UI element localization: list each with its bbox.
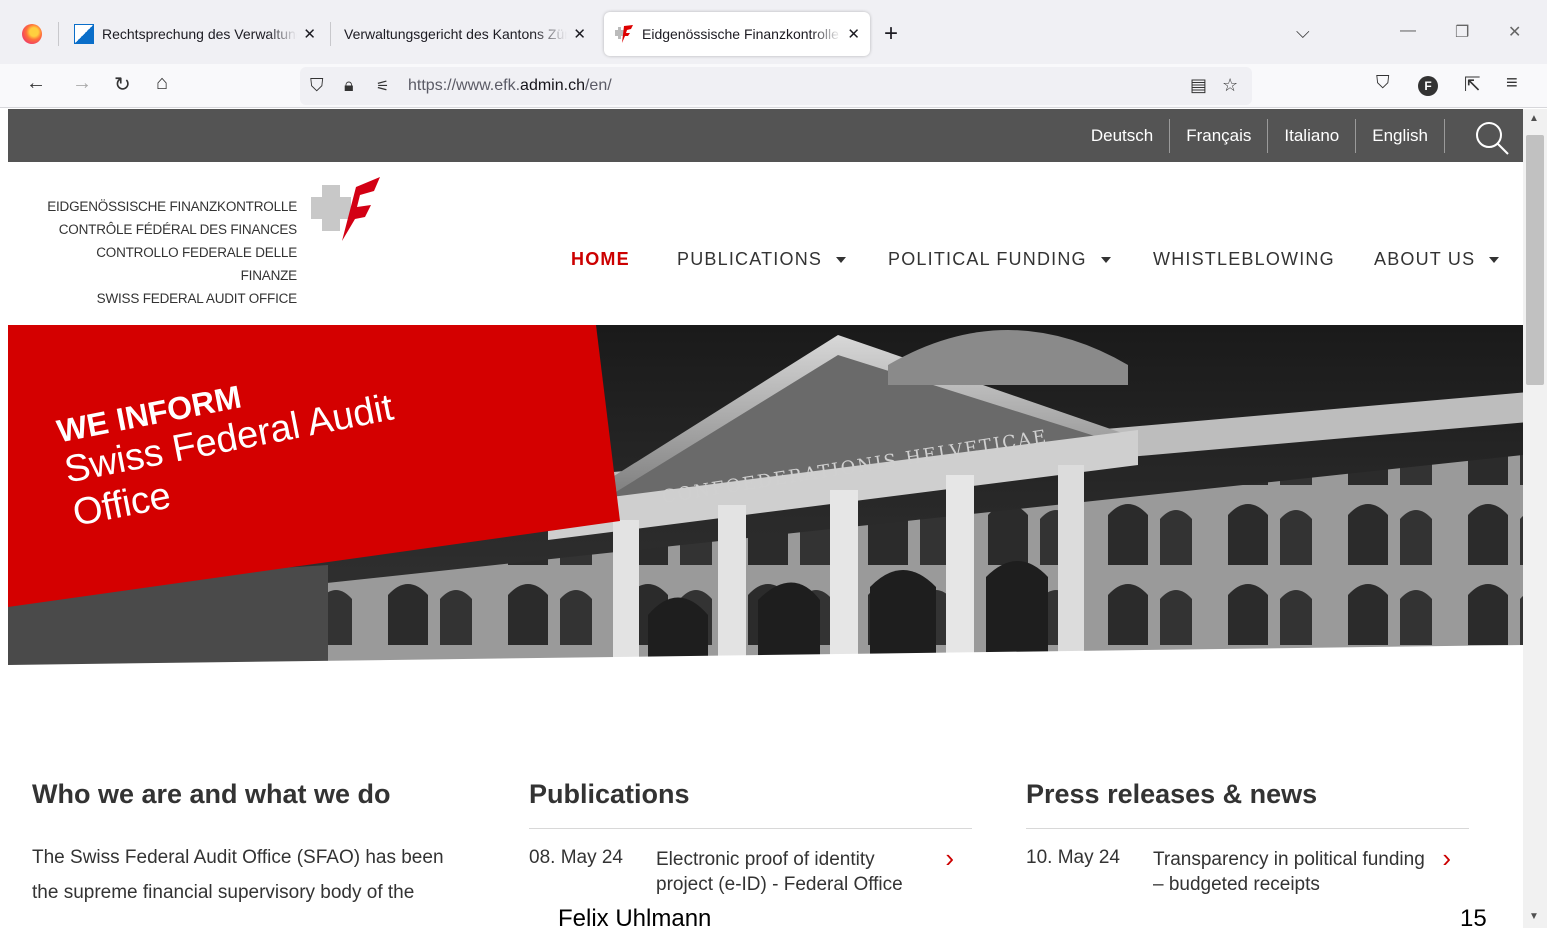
language-strip: Deutsch Français Italiano English: [8, 109, 1523, 162]
press-item[interactable]: 10. May 24 Transparency in political fun…: [1026, 843, 1469, 897]
navigation-toolbar: ← → ↻ ⌂ ⛉ 🔒︎ ⚟ https://www.efk.admin.ch/…: [0, 64, 1547, 108]
firefox-menu-icon[interactable]: [22, 24, 42, 44]
tab-efk-active[interactable]: Eidgenössische Finanzkontrolle ✕: [604, 12, 870, 56]
tab-title: Verwaltungsgericht des Kantons Zürich: [344, 26, 568, 42]
new-tab-icon[interactable]: +: [884, 20, 898, 48]
tab-title: Eidgenössische Finanzkontrolle: [642, 26, 839, 42]
press-title[interactable]: Transparency in political funding – budg…: [1153, 847, 1433, 897]
tab-bar: Rechtsprechung des Verwaltungsgerichts ✕…: [0, 0, 1547, 64]
language-switcher: Deutsch Français Italiano English: [1075, 119, 1445, 153]
nav-whistleblowing[interactable]: WHISTLEBLOWING: [1153, 249, 1335, 270]
chevron-right-icon[interactable]: ›: [1442, 843, 1451, 874]
who-text-line: The Swiss Federal Audit Office (SFAO) ha…: [32, 847, 444, 868]
bookmark-star-icon[interactable]: ☆: [1222, 75, 1238, 96]
lang-deutsch[interactable]: Deutsch: [1075, 119, 1169, 153]
web-page: Deutsch Français Italiano English EIDGEN…: [8, 109, 1523, 928]
reload-icon[interactable]: ↻: [114, 72, 131, 97]
close-window-icon[interactable]: ✕: [1508, 22, 1521, 42]
tab-rechtsprechung[interactable]: Rechtsprechung des Verwaltungsgerichts ✕: [64, 12, 326, 56]
caret-down-icon: [1489, 256, 1500, 263]
permissions-icon[interactable]: ⚟: [376, 77, 389, 95]
efk-favicon-icon: [615, 25, 633, 43]
account-avatar-icon[interactable]: F: [1418, 76, 1438, 96]
zurich-favicon-icon: [74, 24, 94, 44]
tracking-shield-icon[interactable]: ⛉: [310, 75, 324, 96]
press-heading[interactable]: Press releases & news: [1026, 779, 1469, 810]
tab-title: Rechtsprechung des Verwaltungsgerichts: [102, 26, 297, 42]
logo-line: CONTROLLO FEDERALE DELLE FINANZE: [96, 245, 297, 283]
logo-line: SWISS FEDERAL AUDIT OFFICE: [96, 291, 298, 306]
url-text[interactable]: https://www.efk.admin.ch/en/: [408, 77, 612, 95]
publications-heading[interactable]: Publications: [529, 779, 972, 810]
lang-english[interactable]: English: [1355, 119, 1445, 153]
presenter-name: Felix Uhlmann: [558, 905, 712, 928]
close-tab-icon[interactable]: ✕: [303, 25, 316, 43]
page-scrollbar[interactable]: ▲ ▼: [1523, 109, 1547, 928]
publication-item[interactable]: 08. May 24 Electronic proof of identity …: [529, 843, 972, 897]
tab-separator: [58, 22, 59, 46]
caret-down-icon: [836, 256, 847, 263]
caret-down-icon: [1100, 256, 1111, 263]
slide-page-number: 15: [1460, 905, 1487, 928]
pocket-icon[interactable]: ⛉: [1376, 72, 1390, 93]
logo-line: EIDGENÖSSISCHE FINANZKONTROLLE: [47, 199, 297, 214]
lang-italiano[interactable]: Italiano: [1267, 119, 1355, 153]
close-tab-icon[interactable]: ✕: [847, 25, 860, 43]
app-menu-icon[interactable]: ≡: [1506, 72, 1518, 95]
restore-icon[interactable]: ❐: [1455, 22, 1469, 42]
back-icon[interactable]: ←: [26, 72, 46, 95]
padlock-icon[interactable]: 🔒︎: [344, 75, 354, 96]
press-column: Press releases & news 10. May 24 Transpa…: [1026, 779, 1469, 897]
scroll-up-icon[interactable]: ▲: [1529, 113, 1539, 124]
efk-logo-icon[interactable]: [308, 177, 388, 245]
divider: [529, 828, 972, 829]
who-we-are-column: Who we are and what we do The Swiss Fede…: [32, 779, 492, 910]
logo-wordmark[interactable]: EIDGENÖSSISCHE FINANZKONTROLLE CONTRÔLE …: [44, 195, 297, 310]
who-text-line: the supreme financial supervisory body o…: [32, 882, 415, 903]
who-heading[interactable]: Who we are and what we do: [32, 779, 492, 810]
logo-line: CONTRÔLE FÉDÉRAL DES FINANCES: [58, 222, 297, 237]
nav-home[interactable]: HOME: [571, 249, 630, 270]
tab-verwaltungsgericht[interactable]: Verwaltungsgericht des Kantons Zürich ✕: [334, 12, 596, 56]
tab-separator: [330, 22, 331, 46]
reader-view-icon[interactable]: ▤: [1190, 75, 1207, 96]
press-date: 10. May 24: [1026, 847, 1120, 868]
publication-title[interactable]: Electronic proof of identity project (e-…: [656, 847, 936, 897]
list-all-tabs-chevron-icon[interactable]: ⌵: [1296, 22, 1310, 43]
close-tab-icon[interactable]: ✕: [573, 25, 586, 43]
home-icon[interactable]: ⌂: [156, 72, 168, 95]
scroll-down-icon[interactable]: ▼: [1529, 911, 1539, 922]
nav-political-funding[interactable]: POLITICAL FUNDING: [888, 249, 1111, 270]
publications-column: Publications 08. May 24 Electronic proof…: [529, 779, 972, 897]
chevron-right-icon[interactable]: ›: [945, 843, 954, 874]
extensions-icon[interactable]: ⇱: [1464, 72, 1481, 97]
url-bar[interactable]: ⛉ 🔒︎ ⚟ https://www.efk.admin.ch/en/ ▤ ☆: [300, 67, 1252, 105]
lang-francais[interactable]: Français: [1169, 119, 1267, 153]
scroll-thumb[interactable]: [1526, 135, 1544, 385]
publication-date: 08. May 24: [529, 847, 623, 868]
nav-about-us[interactable]: ABOUT US: [1374, 249, 1500, 270]
minimize-icon[interactable]: —: [1400, 22, 1416, 40]
search-icon[interactable]: [1475, 121, 1509, 155]
divider: [1026, 828, 1469, 829]
forward-icon[interactable]: →: [72, 72, 92, 95]
nav-publications[interactable]: PUBLICATIONS: [677, 249, 847, 270]
